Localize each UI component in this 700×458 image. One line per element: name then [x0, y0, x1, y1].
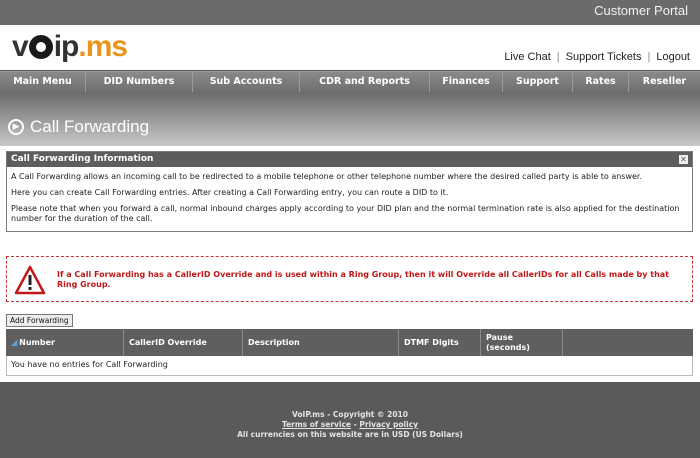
column-dtmf-label: DTMF Digits: [404, 338, 459, 347]
warning-box: If a Call Forwarding has a CallerID Over…: [6, 256, 693, 302]
link-separator: |: [647, 51, 651, 63]
footer-copyright: VoIP.ms - Copyright © 2010: [292, 410, 408, 419]
link-separator: |: [556, 51, 560, 63]
nav-rates[interactable]: Rates: [573, 72, 629, 92]
footer: VoIP.ms - Copyright © 2010 Terms of serv…: [0, 382, 700, 458]
header: v ip.ms Live Chat | Support Tickets | Logout: [0, 25, 700, 70]
info-paragraph: Here you can create Call Forwarding entr…: [11, 188, 449, 197]
column-pause-label: Pause: [486, 332, 513, 342]
nav-reseller[interactable]: Reseller: [629, 72, 700, 92]
logo-text-v: v: [12, 30, 29, 63]
warning-text: If a Call Forwarding has a CallerID Over…: [57, 270, 669, 289]
privacy-policy-link[interactable]: Privacy policy: [359, 420, 418, 429]
warning-triangle-icon: [14, 265, 46, 295]
header-links: Live Chat | Support Tickets | Logout: [504, 51, 690, 63]
nav-finances[interactable]: Finances: [430, 72, 503, 92]
table-header: ◢ Number CallerID Override Description D…: [6, 329, 693, 356]
info-paragraph: A Call Forwarding allows an incoming cal…: [11, 172, 643, 181]
nav-support[interactable]: Support: [503, 72, 573, 92]
terms-of-service-link[interactable]: Terms of service: [282, 420, 351, 429]
sort-icon: ◢: [11, 338, 18, 347]
info-panel: Call Forwarding Information ✕ A Call For…: [6, 151, 693, 232]
info-paragraph: Please note that when you forward a call…: [11, 204, 680, 223]
column-callerid-override[interactable]: CallerID Override: [124, 329, 243, 356]
nav-main-menu[interactable]: Main Menu: [0, 72, 86, 92]
info-panel-header: Call Forwarding Information ✕: [7, 152, 692, 167]
close-icon[interactable]: ✕: [679, 155, 688, 164]
nav-cdr-reports[interactable]: CDR and Reports: [300, 72, 430, 92]
column-description-label: Description: [248, 338, 300, 347]
chevron-right-icon: ▶: [8, 119, 24, 135]
footer-links: Terms of service - Privacy policy: [0, 420, 700, 430]
nav-did-numbers[interactable]: DID Numbers: [86, 72, 193, 92]
nav-sub-accounts[interactable]: Sub Accounts: [193, 72, 300, 92]
column-number[interactable]: ◢ Number: [6, 329, 124, 356]
info-panel-title: Call Forwarding Information: [11, 154, 154, 164]
main-content: Call Forwarding Information ✕ A Call For…: [0, 146, 700, 382]
footer-currency-note: All currencies on this website are in US…: [237, 430, 463, 439]
main-nav: Main Menu DID Numbers Sub Accounts CDR a…: [0, 71, 700, 92]
logo-text-ms: .ms: [78, 30, 128, 63]
add-forwarding-button[interactable]: Add Forwarding: [6, 314, 73, 327]
page-title-text: Call Forwarding: [30, 117, 150, 136]
column-actions: [563, 329, 693, 356]
top-bar: Customer Portal: [0, 0, 700, 25]
column-callerid-label: CallerID Override: [129, 338, 207, 347]
live-chat-link[interactable]: Live Chat: [504, 51, 550, 63]
column-pause-unit: (seconds): [486, 342, 530, 352]
info-panel-body: A Call Forwarding allows an incoming cal…: [7, 167, 692, 224]
page-title: ▶ Call Forwarding: [8, 115, 149, 139]
table-empty-row: You have no entries for Call Forwarding: [6, 356, 693, 376]
portal-title: Customer Portal: [594, 3, 688, 18]
column-dtmf-digits[interactable]: DTMF Digits: [399, 329, 481, 356]
logout-link[interactable]: Logout: [656, 51, 690, 63]
voipms-logo[interactable]: v ip.ms: [12, 30, 128, 63]
support-tickets-link[interactable]: Support Tickets: [566, 51, 642, 63]
logo-text-ip: ip: [53, 30, 80, 63]
empty-message: You have no entries for Call Forwarding: [11, 360, 168, 369]
logo-o-icon: [28, 35, 53, 59]
column-description[interactable]: Description: [243, 329, 399, 356]
column-pause[interactable]: Pause (seconds): [481, 329, 563, 356]
column-number-label: Number: [19, 338, 55, 347]
